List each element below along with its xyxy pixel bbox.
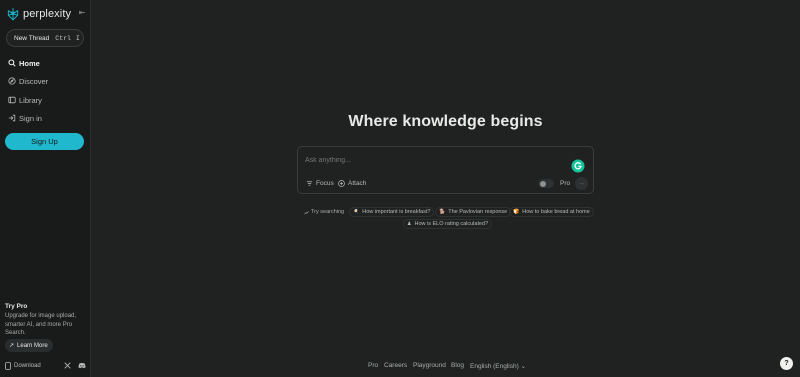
suggestion-emoji: ♟	[407, 221, 412, 227]
sidebar-item-sign-in[interactable]: Sign in	[8, 112, 42, 124]
try-pro-title: Try Pro	[5, 303, 28, 310]
compass-icon	[8, 77, 16, 85]
discord-icon[interactable]	[78, 362, 86, 369]
sidebar-item-label: Sign in	[19, 113, 42, 123]
attach-button[interactable]: Attach	[338, 180, 366, 187]
suggestion-chip[interactable]: 🐕 The Pavlovian response	[435, 207, 512, 217]
trend-icon	[304, 210, 309, 214]
learn-more-button[interactable]: ↗ Learn More	[5, 339, 53, 352]
library-icon	[8, 96, 16, 104]
page-title: Where knowledge begins	[348, 113, 543, 130]
pro-toggle[interactable]	[538, 179, 554, 188]
sidebar-item-label: Home	[19, 58, 40, 68]
suggestion-emoji: 🍳	[353, 209, 360, 215]
try-pro-description: Upgrade for image upload, smarter AI, an…	[5, 313, 77, 336]
suggestion-emoji: 🍞	[513, 209, 520, 215]
sidebar-item-label: Discover	[19, 76, 49, 86]
sidebar: perplexity ⇤ New Thread Ctrl I Home Disc…	[0, 0, 91, 377]
suggestion-label: How to bake bread at home	[522, 209, 590, 215]
arrow-right-icon: →	[578, 180, 585, 187]
sign-up-button[interactable]: Sign Up	[5, 133, 84, 150]
sidebar-item-label: Library	[19, 95, 42, 105]
focus-label: Focus	[316, 180, 334, 187]
phone-icon	[5, 362, 11, 370]
submit-button[interactable]: →	[575, 177, 588, 190]
suggestion-label: How is ELO rating calculated?	[414, 221, 489, 227]
suggestion-emoji: 🐕	[439, 209, 446, 215]
language-select[interactable]: English (English) ⌄	[470, 362, 526, 370]
footer-link-pro[interactable]: Pro	[368, 362, 378, 369]
search-icon	[8, 59, 16, 67]
sidebar-item-library[interactable]: Library	[8, 94, 42, 106]
logo[interactable]: perplexity	[6, 6, 88, 22]
toggle-knob	[540, 180, 546, 187]
download-link[interactable]: Download	[5, 362, 41, 370]
suggestion-label: How important is breakfast?	[362, 209, 431, 215]
learn-more-label: Learn More	[17, 342, 48, 349]
footer-link-blog[interactable]: Blog	[451, 362, 464, 369]
perplexity-logo-icon	[7, 8, 19, 21]
suggestion-label: The Pavlovian response	[448, 209, 508, 215]
grammarly-icon[interactable]	[571, 159, 585, 173]
sign-in-icon	[8, 114, 16, 122]
help-button[interactable]: ?	[780, 357, 793, 370]
filter-icon	[306, 181, 313, 186]
shortcut-key: I	[75, 34, 80, 42]
try-searching-label: Try searching	[304, 209, 344, 215]
footer-link-playground[interactable]: Playground	[413, 362, 446, 369]
shortcut-ctrl: Ctrl	[55, 34, 71, 42]
footer-link-careers[interactable]: Careers	[384, 362, 407, 369]
pro-label: Pro	[560, 180, 571, 187]
suggestion-chip[interactable]: 🍞 How to bake bread at home	[509, 207, 594, 217]
suggestion-chip[interactable]: ♟ How is ELO rating calculated?	[403, 219, 493, 229]
plus-circle-icon	[338, 180, 345, 187]
sidebar-item-discover[interactable]: Discover	[8, 75, 48, 87]
download-label: Download	[14, 363, 41, 369]
search-input[interactable]	[305, 155, 555, 165]
arrow-up-right-icon: ↗	[9, 343, 15, 349]
collapse-sidebar-icon[interactable]: ⇤	[77, 8, 87, 18]
search-box: Focus Attach Pro →	[297, 146, 594, 194]
brand-name: perplexity	[23, 8, 72, 20]
sidebar-item-home[interactable]: Home	[8, 57, 40, 69]
attach-label: Attach	[348, 180, 367, 187]
new-thread-label: New Thread	[14, 34, 50, 42]
x-twitter-icon[interactable]	[64, 362, 71, 369]
new-thread-button[interactable]: New Thread Ctrl I	[6, 29, 84, 47]
focus-button[interactable]: Focus	[306, 180, 334, 187]
suggestion-chip[interactable]: 🍳 How important is breakfast?	[349, 207, 435, 217]
try-searching-text: Try searching	[311, 209, 345, 215]
